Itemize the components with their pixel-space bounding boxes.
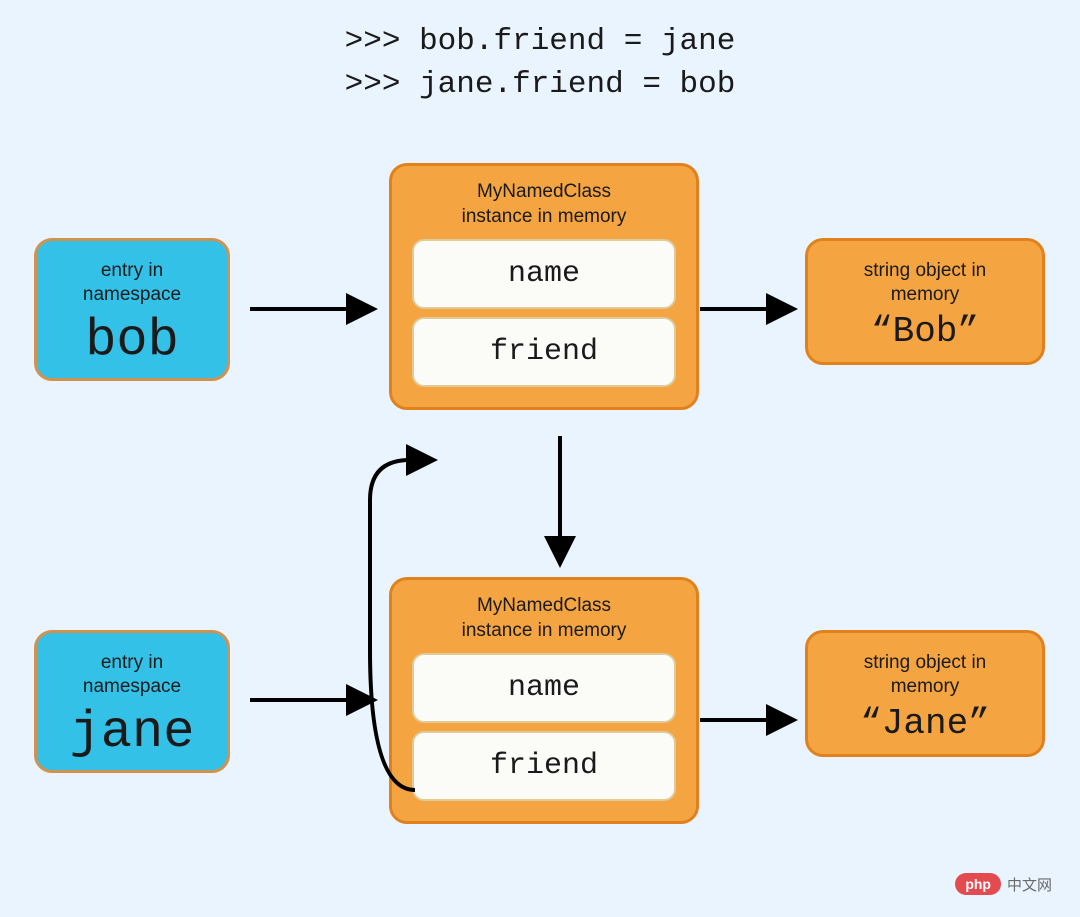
watermark-text: 中文网 — [1007, 874, 1052, 895]
string-label: string object inmemory — [828, 651, 1022, 699]
code-line-2: >>> jane.friend = bob — [345, 63, 736, 106]
namespace-label: entry innamespace — [57, 259, 207, 307]
instance-box-bob: MyNamedClassinstance in memory name frie… — [389, 163, 699, 410]
namespace-entry-jane: entry innamespace jane — [34, 630, 230, 773]
watermark-logo: php — [955, 873, 1001, 895]
attr-name: name — [412, 653, 676, 723]
attr-friend: friend — [412, 731, 676, 801]
string-value-bob: “Bob” — [828, 311, 1022, 352]
attr-friend: friend — [412, 317, 676, 387]
string-object-jane: string object inmemory “Jane” — [805, 630, 1045, 757]
instance-label: MyNamedClassinstance in memory — [412, 594, 676, 643]
instance-box-jane: MyNamedClassinstance in memory name frie… — [389, 577, 699, 824]
code-line-1: >>> bob.friend = jane — [345, 20, 736, 63]
string-label: string object inmemory — [828, 259, 1022, 307]
instance-label: MyNamedClassinstance in memory — [412, 180, 676, 229]
namespace-entry-bob: entry innamespace bob — [34, 238, 230, 381]
string-value-jane: “Jane” — [828, 703, 1022, 744]
string-object-bob: string object inmemory “Bob” — [805, 238, 1045, 365]
attr-name: name — [412, 239, 676, 309]
code-block: >>> bob.friend = jane >>> jane.friend = … — [345, 20, 736, 107]
namespace-var-jane: jane — [57, 703, 207, 762]
namespace-label: entry innamespace — [57, 651, 207, 699]
watermark: php 中文网 — [955, 873, 1052, 895]
namespace-var-bob: bob — [57, 311, 207, 370]
